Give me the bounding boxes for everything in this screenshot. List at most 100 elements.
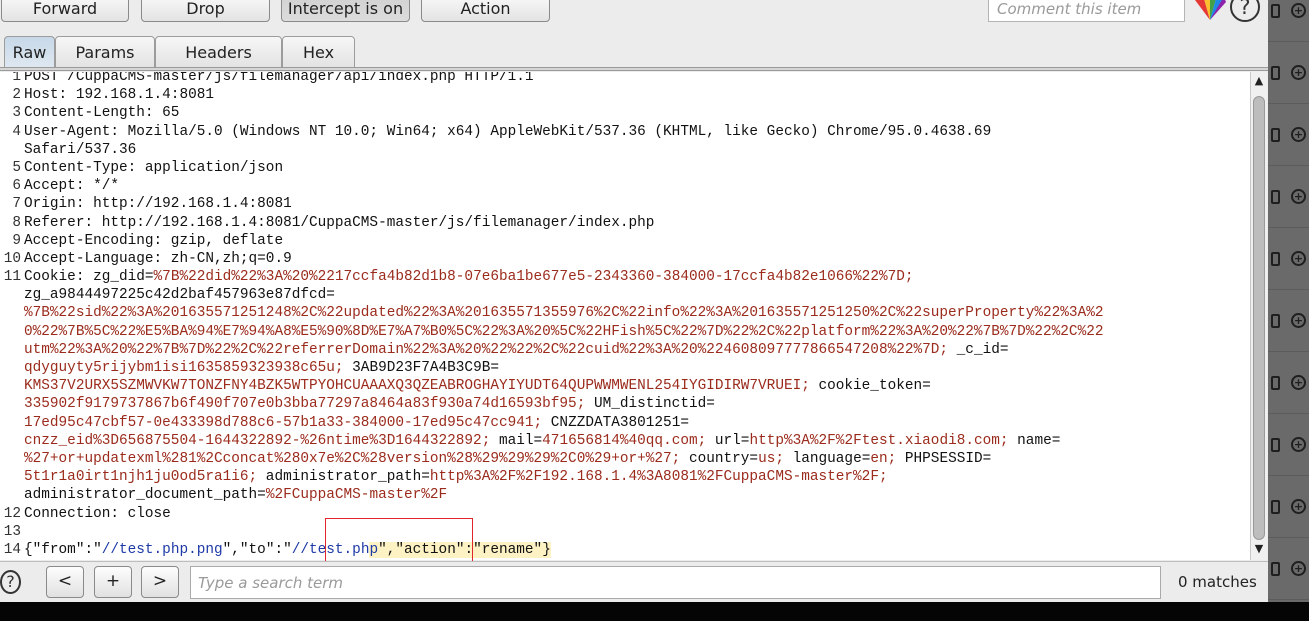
request-line[interactable]: %27+or+updatexml%281%2Cconcat%280x7e%2C%… [24,450,1250,468]
side-panel-row[interactable]: + [1268,228,1309,290]
request-line[interactable]: 5t1r1a0irt1njh1ju0od5ra1i6; administrato… [24,468,1250,486]
document-icon[interactable] [1271,500,1280,514]
raw-request-editor[interactable]: 1 2 3 4 5 6 7 8 9 10 11 12 13 14 POST /CuppaCMS-maste… [0,72,1250,560]
document-icon[interactable] [1271,376,1280,390]
side-panel-row[interactable]: + [1268,414,1309,476]
search-input[interactable]: Type a search term [190,566,1161,599]
comment-input[interactable]: Comment this item [988,0,1185,22]
previous-match-button[interactable]: < [46,566,84,598]
request-line[interactable]: {"from":"//test.php.png","to":"//test.ph… [24,541,1250,559]
request-token: url= [706,432,750,449]
line-number [0,468,22,486]
request-line[interactable]: 17ed95c47cbf57-0e433398d788c6-57b1a33-38… [24,414,1250,432]
side-panel-row[interactable]: + [1268,42,1309,104]
request-line[interactable]: Safari/537.36 [24,141,1250,159]
request-line[interactable]: KMS37V2URX5SZMWVKW7TONZFNY4BZK5WTPYOHCUA… [24,377,1250,395]
request-line[interactable]: administrator_document_path=%2FCuppaCMS-… [24,486,1250,504]
request-token: us; [758,450,784,467]
request-line[interactable]: Accept-Language: zh-CN,zh;q=0.9 [24,250,1250,268]
request-token: Cookie: zg_did= [24,269,154,286]
side-panel-row[interactable]: + [1268,290,1309,352]
request-line[interactable]: utm%22%3A%20%22%7B%7D%22%2C%22referrerDo… [24,341,1250,359]
request-token: qdyguyty5rijybm1isi1635859323938c65u; [24,360,344,376]
request-line[interactable] [24,523,1250,541]
request-line[interactable]: zg_a9844497225c42d2baf457963e87dfcd= [24,286,1250,304]
add-circle-icon[interactable]: + [1291,65,1306,80]
request-line[interactable]: Content-Length: 65 [24,104,1250,122]
search-help-icon[interactable]: ? [0,570,21,594]
request-line[interactable]: Cookie: zg_did=%7B%22did%22%3A%20%2217cc… [24,268,1250,286]
document-icon[interactable] [1271,562,1280,576]
highlight-color-icon[interactable] [1193,0,1227,20]
side-panel-row[interactable]: + [1268,476,1309,538]
request-line[interactable]: 0%22%7B%5C%22%E5%BA%94%E7%94%A8%E5%90%8D… [24,323,1250,341]
tab-hex[interactable]: Hex [282,36,355,68]
line-number: 4 [12,123,21,140]
side-panel-row[interactable]: + [1268,538,1309,600]
request-line[interactable]: cnzz_eid%3D656875504-1644322892-%26ntime… [24,432,1250,450]
line-number: 1 [12,72,21,85]
document-icon[interactable] [1271,438,1280,452]
add-circle-icon[interactable]: + [1291,313,1306,328]
tab-params[interactable]: Params [55,36,155,68]
add-circle-icon[interactable]: + [1291,561,1306,576]
add-circle-icon[interactable]: + [1291,251,1306,266]
request-line[interactable]: 335902f9179737867b6f490f707e0b3bba77297a… [24,395,1250,413]
request-token: mail= [490,432,543,449]
request-editor-window: Forward Drop Intercept is on Action Comm… [0,0,1268,602]
document-icon[interactable] [1271,4,1280,18]
scroll-down-arrow-icon[interactable]: ▼ [1251,542,1267,558]
request-line[interactable]: Content-Type: application/json [24,159,1250,177]
request-token: {"from":" [24,541,102,558]
request-line[interactable]: Origin: http://192.168.1.4:8081 [24,195,1250,213]
tab-headers[interactable]: Headers [155,36,282,68]
forward-button[interactable]: Forward [1,0,129,22]
request-line[interactable]: %7B%22sid%22%3A%201635571251248%2C%22upd… [24,304,1250,322]
add-circle-icon[interactable]: + [1291,437,1306,452]
line-number [0,141,22,159]
add-circle-icon[interactable]: + [1291,499,1306,514]
request-text[interactable]: POST /CuppaCMS-master/js/filemanager/api… [24,72,1250,559]
side-panel-row[interactable]: + [1268,352,1309,414]
request-token: utm%22%3A%20%22%7B%7D%22%2C%22referrerDo… [24,341,949,358]
side-panel-row[interactable]: + [1268,166,1309,228]
document-icon[interactable] [1271,190,1280,204]
side-panel-row[interactable]: + [1268,0,1309,42]
scrollbar-thumb[interactable] [1253,96,1265,540]
tab-raw[interactable]: Raw [4,36,55,68]
request-line[interactable]: qdyguyty5rijybm1isi1635859323938c65u; 3A… [24,359,1250,377]
editor-scrollbar[interactable]: ▲ ▼ [1250,72,1267,560]
request-token: UM_distinctid= [585,396,715,413]
add-circle-icon[interactable]: + [1291,127,1306,142]
document-icon[interactable] [1271,252,1280,266]
request-line[interactable]: POST /CuppaCMS-master/js/filemanager/api… [24,72,1250,86]
add-circle-icon[interactable]: + [1291,3,1306,18]
request-token: Origin: http://192.168.1.4:8081 [24,196,292,213]
request-line[interactable]: User-Agent: Mozilla/5.0 (Windows NT 10.0… [24,123,1250,141]
request-line[interactable]: Accept: */* [24,177,1250,195]
document-icon[interactable] [1271,314,1280,328]
action-button[interactable]: Action [421,0,550,22]
request-token: KMS37V2URX5SZMWVKW7TONZFNY4BZK5WTPYOHCUA… [24,378,810,395]
request-line[interactable]: Host: 192.168.1.4:8081 [24,86,1250,104]
line-number [0,377,22,395]
drop-button[interactable]: Drop [141,0,270,22]
document-icon[interactable] [1271,66,1280,80]
line-number: 10 [3,250,21,267]
side-panel-row[interactable]: + [1268,104,1309,166]
request-token: %2FCuppaCMS-master%2F [265,487,448,504]
request-line[interactable]: Referer: http://192.168.1.4:8081/CuppaCM… [24,214,1250,232]
scroll-up-arrow-icon[interactable]: ▲ [1251,74,1267,90]
document-icon[interactable] [1271,128,1280,142]
request-token: Accept-Language: zh-CN,zh;q=0.9 [24,250,292,267]
request-line[interactable]: Accept-Encoding: gzip, deflate [24,232,1250,250]
add-circle-icon[interactable]: + [1291,189,1306,204]
line-number [0,304,22,322]
request-line[interactable]: Connection: close [24,505,1250,523]
add-search-option-button[interactable]: + [94,566,132,598]
line-number [0,450,22,468]
next-match-button[interactable]: > [141,566,179,598]
add-circle-icon[interactable]: + [1291,375,1306,390]
intercept-toggle-button[interactable]: Intercept is on [281,0,410,22]
help-icon[interactable]: ? [1230,0,1260,22]
